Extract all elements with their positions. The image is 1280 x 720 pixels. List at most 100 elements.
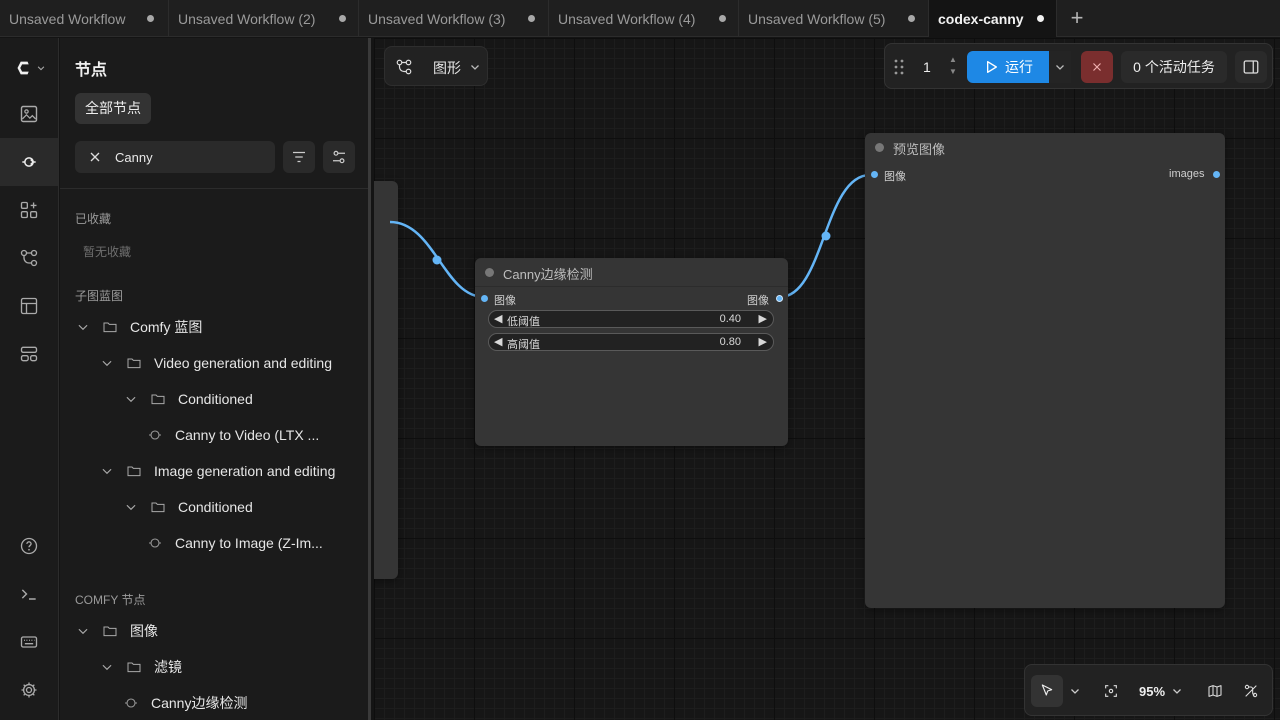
help-button[interactable]: [0, 522, 58, 570]
drag-handle-icon[interactable]: [893, 58, 905, 76]
sidebar-item-templates[interactable]: [0, 282, 58, 330]
tree-item-canny-to-image[interactable]: Canny to Image (Z-Im...: [147, 531, 323, 555]
clear-search-icon[interactable]: [87, 149, 103, 165]
tree-label: Conditioned: [178, 391, 253, 407]
decrement-arrow-icon[interactable]: ◀: [494, 312, 502, 325]
tab-unsaved-workflow-5[interactable]: Unsaved Workflow (5): [739, 0, 929, 37]
terminal-button[interactable]: [0, 570, 58, 618]
input-slot-image[interactable]: [871, 171, 878, 178]
comfy-nodes-section-label: COMFY 节点: [75, 593, 146, 607]
output-slot-label: 图像: [747, 295, 769, 307]
graph-mode-dropdown[interactable]: 图形: [384, 46, 488, 86]
tab-unsaved-workflow-3[interactable]: Unsaved Workflow (3): [359, 0, 549, 37]
settings-button[interactable]: [0, 666, 58, 714]
node-icon: [125, 698, 137, 708]
graph-icon: [396, 59, 412, 75]
filter-options-button[interactable]: [323, 141, 355, 173]
tree-label: Video generation and editing: [154, 355, 333, 371]
input-slot-image[interactable]: [481, 295, 488, 302]
preview-image-node[interactable]: 预览图像 图像 images: [865, 133, 1225, 608]
tree-folder-image-generation[interactable]: Image generation and editing: [100, 459, 335, 483]
graph-canvas[interactable]: Canny边缘检测 图像 图像 ◀ 低阈值 0.40 ▶ ◀ 高阈值 0.80 …: [374, 38, 1280, 720]
tree-item-canny-edge[interactable]: Canny边缘检测: [123, 691, 247, 715]
chevron-down-icon: [37, 66, 45, 71]
sidebar-item-model-library[interactable]: [0, 186, 58, 234]
all-nodes-filter-button[interactable]: 全部节点: [75, 93, 151, 124]
cancel-run-button[interactable]: [1081, 51, 1113, 83]
node-search-box: [75, 141, 275, 173]
sidebar-item-workflows[interactable]: [0, 234, 58, 282]
pointer-icon: [1041, 684, 1053, 696]
sort-button[interactable]: [283, 141, 315, 173]
panel-right-icon: [1243, 60, 1259, 74]
canny-edge-node[interactable]: Canny边缘检测 图像 图像 ◀ 低阈值 0.40 ▶ ◀ 高阈值 0.80 …: [475, 258, 788, 446]
terminal-icon: [21, 589, 36, 600]
tab-unsaved-workflow[interactable]: Unsaved Workflow: [0, 0, 169, 37]
canvas-view-controls: 95%: [1024, 664, 1273, 716]
help-circle-icon: [20, 537, 38, 555]
output-slot-image[interactable]: [776, 295, 783, 302]
chevron-down-icon: [102, 360, 112, 367]
fit-view-button[interactable]: [1095, 675, 1127, 707]
zoom-level-dropdown[interactable]: 95%: [1131, 675, 1191, 707]
unsaved-dot-icon: [528, 15, 535, 22]
add-tab-button[interactable]: +: [1066, 7, 1088, 30]
model-library-icon: [20, 201, 38, 219]
play-icon: [987, 61, 997, 73]
node-title: 预览图像: [893, 142, 946, 157]
increment-arrow-icon[interactable]: ▶: [759, 312, 767, 325]
chevron-down-icon: [471, 65, 479, 70]
decrement-arrow-icon[interactable]: ◀: [494, 335, 502, 348]
node-search-input[interactable]: [115, 141, 265, 173]
sliders-icon: [333, 150, 345, 164]
workflow-icon: [20, 249, 38, 267]
active-tasks-button[interactable]: 0 个活动任务: [1121, 51, 1227, 83]
comfy-logo-menu-button[interactable]: [0, 44, 58, 92]
widget-label: 高阈值: [507, 339, 540, 351]
sidebar-item-nodes[interactable]: [0, 138, 58, 186]
tree-label: Canny边缘检测: [151, 695, 248, 711]
tree-label: Canny to Image (Z-Im...: [175, 535, 323, 551]
tab-unsaved-workflow-2[interactable]: Unsaved Workflow (2): [169, 0, 359, 37]
tree-item-canny-to-video[interactable]: Canny to Video (LTX ...: [147, 423, 319, 447]
run-options-dropdown[interactable]: [1049, 51, 1071, 83]
tab-unsaved-workflow-4[interactable]: Unsaved Workflow (4): [549, 0, 739, 37]
run-toolbar: ▲▼ 运行 0 个活动任务: [884, 43, 1273, 89]
toggle-links-button[interactable]: [1235, 675, 1267, 707]
run-button[interactable]: 运行: [967, 51, 1049, 83]
tree-folder-image-conditioned[interactable]: Conditioned: [124, 495, 253, 519]
select-mode-button[interactable]: [1031, 675, 1063, 707]
tree-folder-video-conditioned[interactable]: Conditioned: [124, 387, 253, 411]
high-threshold-widget[interactable]: ◀ 高阈值 0.80 ▶: [488, 333, 774, 351]
increment-arrow-icon[interactable]: ▶: [759, 335, 767, 348]
image-library-icon: [20, 105, 38, 123]
node-collapse-dot[interactable]: [485, 268, 494, 277]
minimap-toggle-button[interactable]: [1199, 675, 1231, 707]
node-collapse-dot[interactable]: [875, 143, 884, 152]
sidebar-item-apps[interactable]: [0, 330, 58, 378]
sort-lines-icon: [293, 151, 305, 163]
tree-folder-comfy-blueprints[interactable]: Comfy 蓝图: [76, 315, 202, 339]
folder-icon: [103, 626, 117, 637]
sidebar-icon-rail: [0, 38, 59, 720]
input-slot-label: 图像: [494, 295, 516, 307]
output-slot-images[interactable]: [1213, 171, 1220, 178]
chevron-down-icon: [1071, 689, 1079, 694]
keyboard-shortcuts-button[interactable]: [0, 618, 58, 666]
tree-folder-image[interactable]: 图像: [76, 619, 158, 643]
run-button-label: 运行: [1005, 59, 1033, 75]
tab-codex-canny[interactable]: codex-canny: [929, 0, 1057, 37]
tree-folder-video-generation[interactable]: Video generation and editing: [100, 351, 332, 375]
batch-count-stepper[interactable]: ▲ ▼: [947, 54, 959, 80]
widget-label: 低阈值: [507, 316, 540, 328]
unsaved-dot-icon: [339, 15, 346, 22]
tree-label: Comfy 蓝图: [130, 319, 203, 335]
toggle-right-panel-button[interactable]: [1235, 51, 1267, 83]
favorites-empty-text: 暂无收藏: [83, 245, 132, 259]
mode-dropdown[interactable]: [1065, 675, 1085, 707]
sidebar-item-media[interactable]: [0, 90, 58, 138]
low-threshold-widget[interactable]: ◀ 低阈值 0.40 ▶: [488, 310, 774, 328]
chevron-down-icon: [78, 324, 88, 331]
tree-folder-filters[interactable]: 滤镜: [100, 655, 182, 679]
chevron-down-icon: [126, 504, 136, 511]
